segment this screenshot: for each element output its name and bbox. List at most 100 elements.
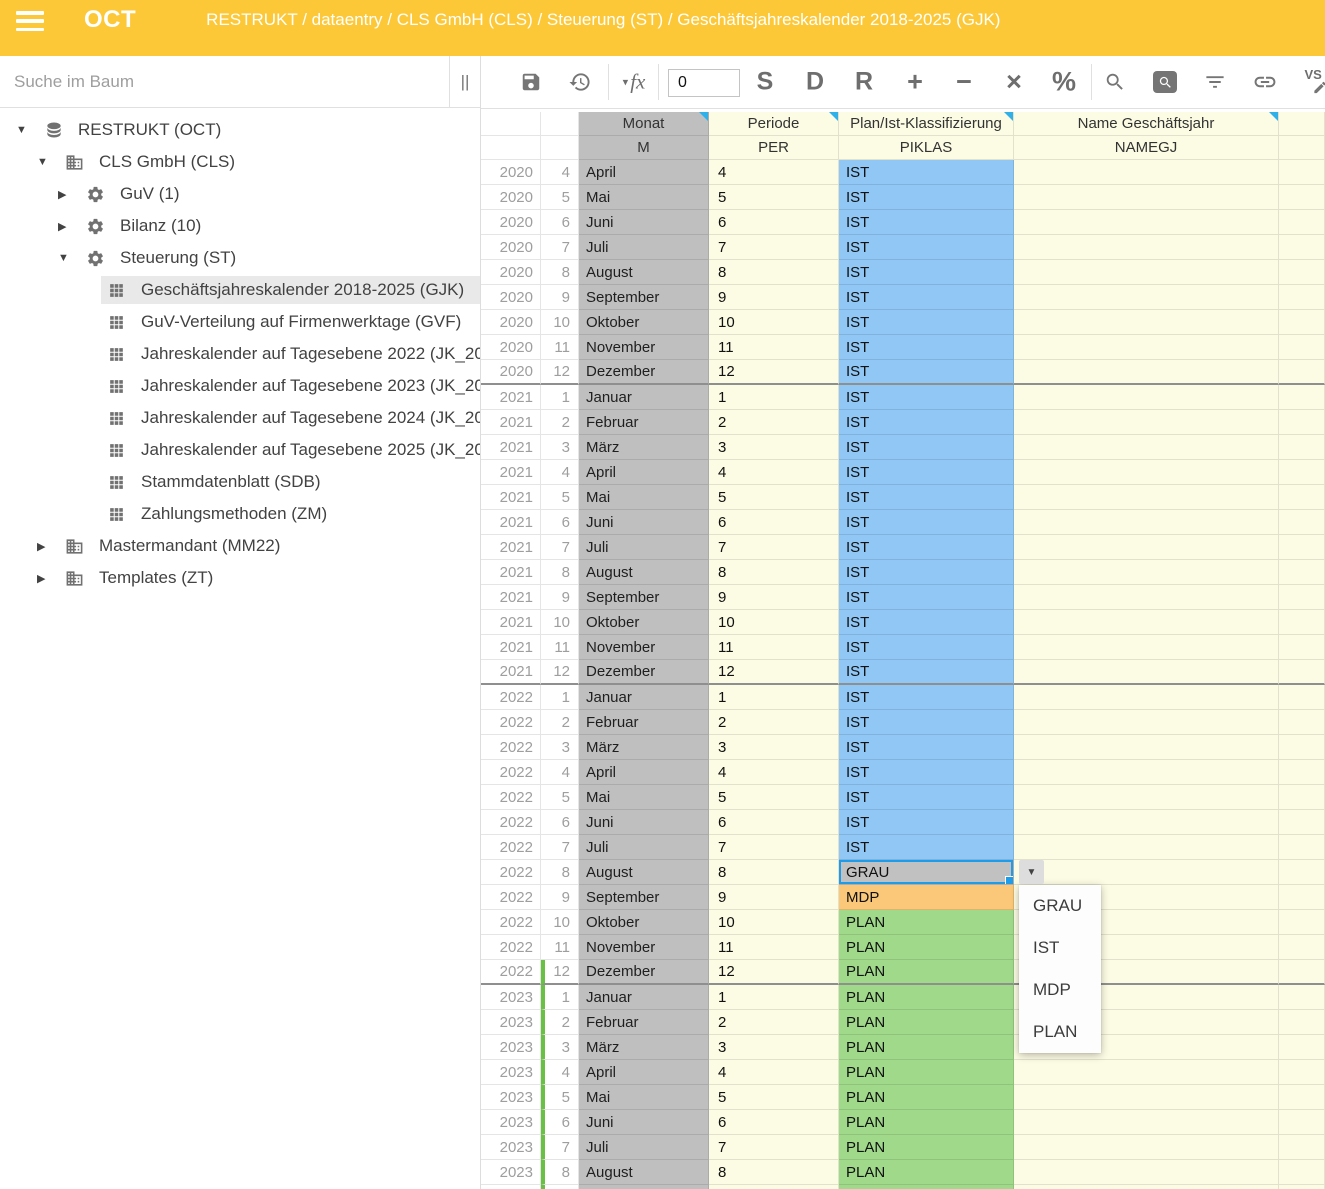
- cell-namegj[interactable]: [1014, 785, 1279, 810]
- cell-piklas[interactable]: IST: [839, 560, 1014, 585]
- cell-piklas[interactable]: IST: [839, 735, 1014, 760]
- cell-periode[interactable]: 3: [709, 435, 839, 460]
- dropdown-option[interactable]: GRAU: [1019, 885, 1101, 927]
- tree-item[interactable]: ▶Mastermandant (MM22): [0, 530, 480, 562]
- pane-resize-handle[interactable]: ||: [449, 56, 480, 107]
- tree-item-body[interactable]: Jahreskalender auf Tagesebene 2022 (JK_2…: [101, 340, 481, 368]
- s-button[interactable]: S: [757, 68, 774, 97]
- link-icon[interactable]: [1253, 70, 1278, 95]
- cell-piklas[interactable]: PLAN: [839, 1160, 1014, 1185]
- column-code-namegj[interactable]: NAMEGJ: [1014, 136, 1279, 160]
- tree-item[interactable]: Zahlungsmethoden (ZM): [0, 498, 480, 530]
- tree-item-body[interactable]: Geschäftsjahreskalender 2018-2025 (GJK): [101, 276, 480, 304]
- cell-piklas[interactable]: MDP: [839, 885, 1014, 910]
- cell-periode[interactable]: 2: [709, 410, 839, 435]
- tree-item[interactable]: Jahreskalender auf Tagesebene 2025 (JK_2…: [0, 434, 480, 466]
- cell-namegj[interactable]: [1014, 1110, 1279, 1135]
- cell-periode[interactable]: 8: [709, 1160, 839, 1185]
- cell-periode[interactable]: 8: [709, 560, 839, 585]
- cell-namegj[interactable]: [1014, 835, 1279, 860]
- tree-search-input[interactable]: [0, 56, 449, 107]
- cell-piklas[interactable]: IST: [839, 810, 1014, 835]
- vs-edit-icon[interactable]: VS: [1299, 69, 1325, 95]
- cell-namegj[interactable]: [1014, 1060, 1279, 1085]
- column-header-piklas[interactable]: Plan/Ist-Klassifizierung: [839, 112, 1014, 136]
- cell-periode[interactable]: 1: [709, 385, 839, 410]
- cell-piklas[interactable]: PLAN: [839, 1010, 1014, 1035]
- multiply-button[interactable]: ×: [1006, 67, 1022, 98]
- cell-piklas[interactable]: IST: [839, 660, 1014, 685]
- column-code-extra[interactable]: [1279, 136, 1325, 160]
- cell-piklas[interactable]: IST: [839, 510, 1014, 535]
- tree-item-body[interactable]: GuV-Verteilung auf Firmenwerktage (GVF): [101, 308, 480, 336]
- column-header-m[interactable]: Monat: [579, 112, 709, 136]
- cell-piklas[interactable]: IST: [839, 410, 1014, 435]
- cell-namegj[interactable]: [1014, 760, 1279, 785]
- cell-namegj[interactable]: [1014, 160, 1279, 185]
- column-header-extra[interactable]: [1279, 112, 1325, 136]
- cell-piklas[interactable]: IST: [839, 360, 1014, 385]
- dropdown-option[interactable]: IST: [1019, 927, 1101, 969]
- cell-piklas[interactable]: IST: [839, 535, 1014, 560]
- cell-piklas[interactable]: PLAN: [839, 910, 1014, 935]
- cell-periode[interactable]: 4: [709, 460, 839, 485]
- cell-namegj[interactable]: [1014, 485, 1279, 510]
- cell-namegj[interactable]: [1014, 585, 1279, 610]
- search-icon[interactable]: [1104, 71, 1126, 93]
- cell-piklas[interactable]: PLAN: [839, 1035, 1014, 1060]
- cell-namegj[interactable]: [1014, 235, 1279, 260]
- cell-piklas[interactable]: GRAU: [839, 860, 1014, 885]
- tree-item-body[interactable]: Templates (ZT): [59, 564, 480, 592]
- tree-item-body[interactable]: RESTRUKT (OCT): [38, 116, 480, 144]
- cell-periode[interactable]: 1: [709, 985, 839, 1010]
- cell-namegj[interactable]: [1014, 385, 1279, 410]
- tree-item[interactable]: GuV-Verteilung auf Firmenwerktage (GVF): [0, 306, 480, 338]
- cell-periode[interactable]: 4: [709, 160, 839, 185]
- cell-periode[interactable]: 9: [709, 585, 839, 610]
- cell-piklas[interactable]: PLAN: [839, 935, 1014, 960]
- cell-periode[interactable]: 8: [709, 860, 839, 885]
- cell-periode[interactable]: 5: [709, 785, 839, 810]
- cell-periode[interactable]: 6: [709, 810, 839, 835]
- tree-item[interactable]: ▼Steuerung (ST): [0, 242, 480, 274]
- cell-piklas[interactable]: PLAN: [839, 985, 1014, 1010]
- cell-periode[interactable]: 5: [709, 1085, 839, 1110]
- cell-piklas[interactable]: IST: [839, 785, 1014, 810]
- cell-namegj[interactable]: [1014, 1085, 1279, 1110]
- cell-namegj[interactable]: [1014, 710, 1279, 735]
- cell-periode[interactable]: 10: [709, 610, 839, 635]
- cell-periode[interactable]: 11: [709, 635, 839, 660]
- cell-periode[interactable]: 7: [709, 835, 839, 860]
- hamburger-menu-icon[interactable]: [16, 11, 44, 31]
- d-button[interactable]: D: [806, 68, 824, 97]
- tree-item[interactable]: ▼RESTRUKT (OCT): [0, 114, 480, 146]
- tree-item[interactable]: ▶GuV (1): [0, 178, 480, 210]
- cell-piklas[interactable]: IST: [839, 160, 1014, 185]
- cell-periode[interactable]: 12: [709, 960, 839, 985]
- cell-piklas[interactable]: IST: [839, 235, 1014, 260]
- cell-namegj[interactable]: [1014, 310, 1279, 335]
- cell-piklas[interactable]: IST: [839, 260, 1014, 285]
- cell-piklas[interactable]: IST: [839, 460, 1014, 485]
- tree-item[interactable]: Jahreskalender auf Tagesebene 2022 (JK_2…: [0, 338, 480, 370]
- filter-icon[interactable]: [1204, 71, 1227, 94]
- cell-periode[interactable]: 9: [709, 1185, 839, 1189]
- tree-item[interactable]: ▶Bilanz (10): [0, 210, 480, 242]
- cell-periode[interactable]: 12: [709, 360, 839, 385]
- cell-periode[interactable]: 9: [709, 285, 839, 310]
- cell-periode[interactable]: 7: [709, 535, 839, 560]
- tree-item-body[interactable]: Mastermandant (MM22): [59, 532, 480, 560]
- cell-namegj[interactable]: [1014, 410, 1279, 435]
- save-icon[interactable]: [520, 71, 542, 93]
- column-code-piklas[interactable]: PIKLAS: [839, 136, 1014, 160]
- column-header-namegj[interactable]: Name Geschäftsjahr: [1014, 112, 1279, 136]
- cell-piklas[interactable]: IST: [839, 485, 1014, 510]
- cell-namegj[interactable]: [1014, 810, 1279, 835]
- tree-item-body[interactable]: Steuerung (ST): [80, 244, 480, 272]
- percent-button[interactable]: %: [1052, 67, 1076, 98]
- cell-periode[interactable]: 12: [709, 660, 839, 685]
- cell-piklas[interactable]: IST: [839, 335, 1014, 360]
- cell-namegj[interactable]: [1014, 1135, 1279, 1160]
- cell-namegj[interactable]: [1014, 560, 1279, 585]
- tree-item-body[interactable]: GuV (1): [80, 180, 480, 208]
